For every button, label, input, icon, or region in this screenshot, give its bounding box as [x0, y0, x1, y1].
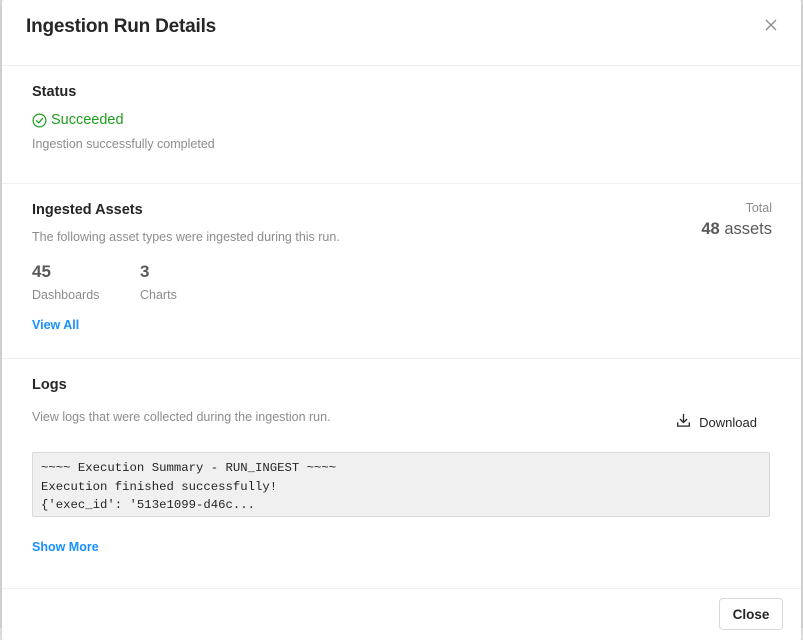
status-section: Status Succeeded Ingestion successfully …	[2, 66, 801, 184]
asset-count-value: 3	[140, 262, 150, 281]
asset-count-charts: 3 Charts	[140, 262, 177, 302]
status-heading: Status	[32, 84, 77, 100]
download-button[interactable]: Download	[676, 413, 757, 431]
asset-count-label: Dashboards	[32, 288, 100, 302]
log-line: Execution finished successfully!	[41, 479, 278, 494]
assets-description: The following asset types were ingested …	[32, 230, 340, 244]
logs-section: Logs View logs that were collected durin…	[2, 359, 801, 589]
download-label: Download	[699, 414, 757, 430]
total-assets: Total 48 assets	[701, 201, 772, 239]
status-badge: Succeeded	[32, 112, 124, 128]
total-unit: assets	[724, 220, 772, 238]
close-button[interactable]: Close	[719, 598, 783, 630]
download-icon	[676, 413, 691, 431]
view-all-link[interactable]: View All	[32, 318, 79, 332]
modal-title: Ingestion Run Details	[26, 16, 217, 37]
asset-count-dashboards: 45 Dashboards	[32, 262, 99, 302]
ingested-assets-section: Ingested Assets The following asset type…	[2, 184, 801, 359]
ingestion-run-details-modal: Ingestion Run Details Status Succeeded I…	[2, 0, 801, 640]
total-label: Total	[745, 201, 772, 215]
log-line: ~~~~ Execution Summary - RUN_INGEST ~~~~	[41, 461, 337, 475]
check-circle-icon	[32, 113, 47, 128]
modal-header: Ingestion Run Details	[2, 0, 801, 66]
total-value: 48 assets	[701, 220, 772, 239]
asset-count-label: Charts	[140, 288, 177, 302]
assets-heading: Ingested Assets	[32, 202, 143, 218]
show-more-link[interactable]: Show More	[32, 540, 99, 554]
logs-heading: Logs	[32, 377, 67, 393]
status-value: Succeeded	[51, 112, 124, 128]
log-output: ~~~~ Execution Summary - RUN_INGEST ~~~~…	[32, 452, 770, 517]
close-icon[interactable]	[763, 16, 779, 34]
log-line: {'exec_id': '513e1099-d46c...	[41, 498, 256, 512]
logs-description: View logs that were collected during the…	[32, 410, 331, 424]
total-count: 48	[701, 220, 720, 238]
asset-count-value: 45	[32, 262, 51, 281]
status-description: Ingestion successfully completed	[32, 137, 215, 151]
